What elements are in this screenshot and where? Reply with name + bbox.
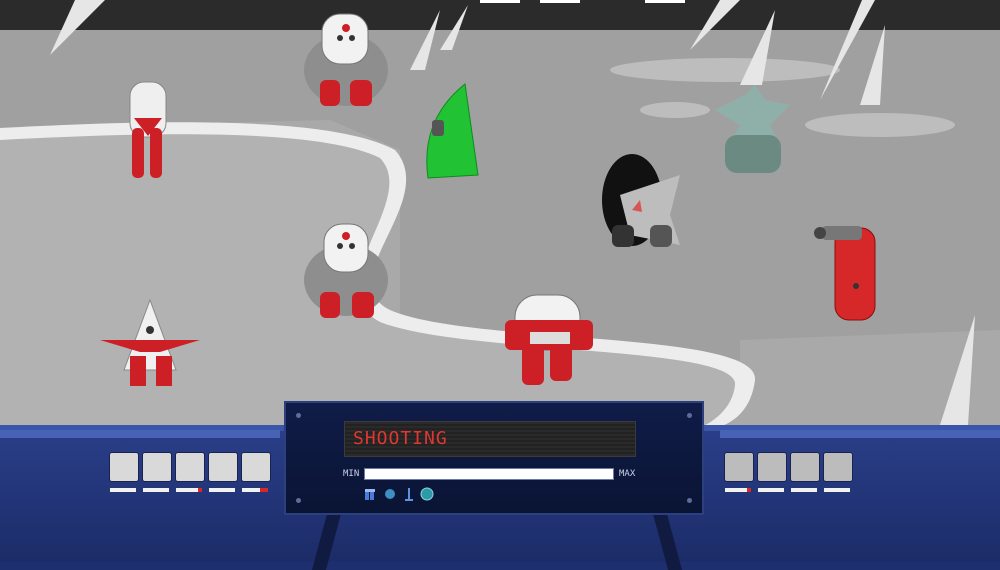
- health-bar: [176, 488, 202, 492]
- screw: [296, 498, 301, 503]
- power-min-label: MIN: [343, 469, 360, 479]
- screw: [296, 413, 301, 418]
- health-bar: [791, 488, 817, 492]
- status-display: SHOOTING: [344, 421, 636, 457]
- health-bar: [758, 488, 784, 492]
- hud-stripe-left: [0, 430, 280, 438]
- ally-portrait-dome-robot[interactable]: [208, 452, 238, 482]
- ally-portrait-cone-robot[interactable]: [175, 452, 205, 482]
- screw: [687, 413, 692, 418]
- sniper-icon[interactable]: [402, 486, 416, 501]
- health-bar: [242, 488, 268, 492]
- health-bar: [110, 488, 136, 492]
- status-text: SHOOTING: [353, 428, 448, 449]
- enemy-portrait-red-antenna[interactable]: [823, 452, 853, 482]
- screw: [687, 498, 692, 503]
- enemy-portrait-black-bomber[interactable]: [724, 452, 754, 482]
- health-bar-damage: [747, 488, 751, 492]
- health-bar: [725, 488, 751, 492]
- ally-portrait-visor-robot[interactable]: [241, 452, 271, 482]
- enemy-portrait-spiky-plant[interactable]: [790, 452, 820, 482]
- enemy-portrait-green-spike[interactable]: [757, 452, 787, 482]
- ammo-icon[interactable]: [364, 486, 378, 500]
- globe-icon[interactable]: [420, 486, 434, 501]
- power-meter[interactable]: [364, 468, 614, 480]
- action-panel: SHOOTING MIN MAX: [284, 401, 704, 515]
- health-bar: [143, 488, 169, 492]
- ally-portrait-round-robot[interactable]: [109, 452, 139, 482]
- power-max-label: MAX: [619, 469, 636, 479]
- health-bar-damage: [198, 488, 202, 492]
- battlefield: [0, 0, 1000, 430]
- ally-portrait-tall-robot[interactable]: [142, 452, 172, 482]
- power-meter-fill: [365, 469, 613, 479]
- orb-icon[interactable]: [383, 486, 397, 500]
- health-bar: [209, 488, 235, 492]
- hud-stripe-right: [720, 430, 1000, 438]
- health-bar: [824, 488, 850, 492]
- health-bar-damage: [260, 488, 268, 492]
